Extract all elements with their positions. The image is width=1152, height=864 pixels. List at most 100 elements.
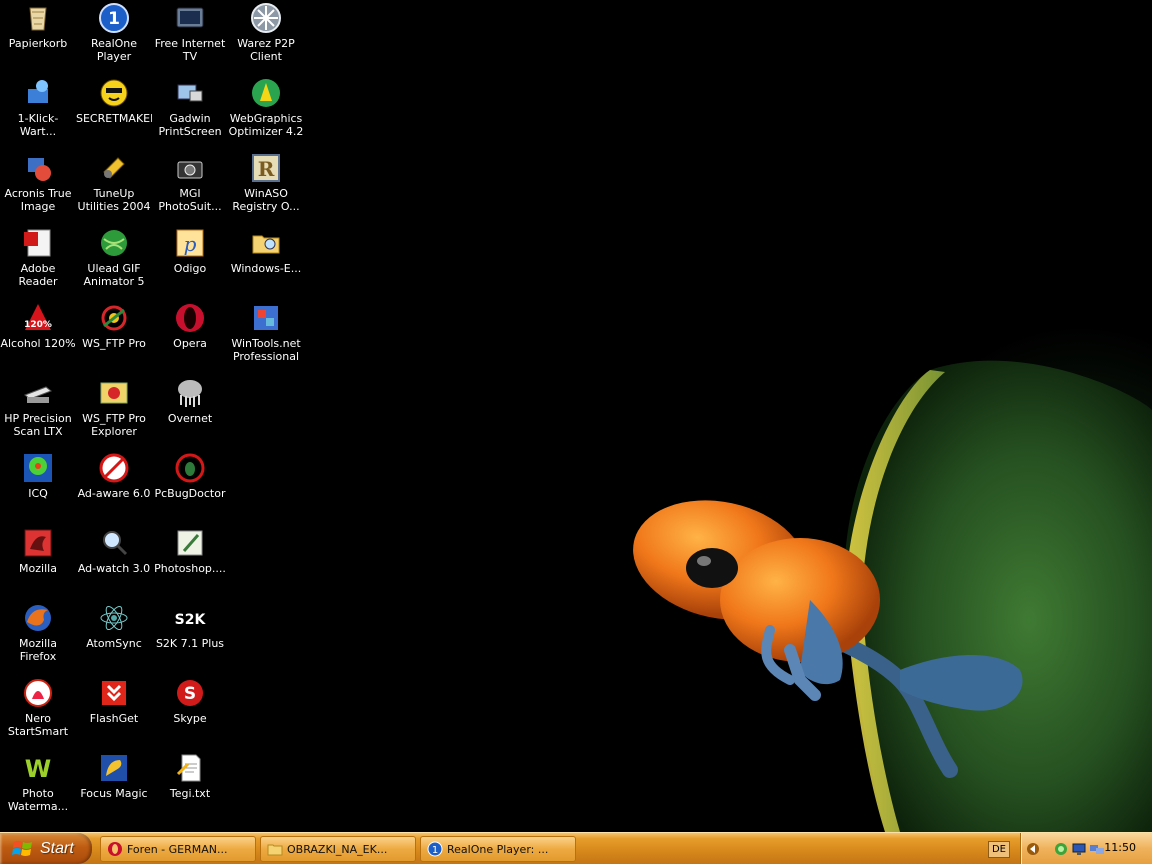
desktop-icon-label: FlashGet [89,712,139,725]
desktop-icon[interactable]: Overnet [152,375,228,449]
clock[interactable]: 11:50 [1104,841,1136,854]
desktop-icon-label: Ulead GIF Animator 5 [83,262,145,288]
watermark-icon: W [22,752,54,784]
parrot-icon [98,752,130,784]
adaware-icon [98,452,130,484]
desktop-icon-label: WebGraphics Optimizer 4.2 [228,112,304,138]
tuneup-icon [98,152,130,184]
tv-icon [174,2,206,34]
desktop-icon[interactable]: W Photo Waterma... [0,750,76,824]
desktop-icon[interactable]: 1-Klick-Wart... [0,75,76,149]
desktop-icon-label: Photoshop.... [154,562,226,575]
taskbar-button-foren[interactable]: Foren - GERMAN... [100,836,256,862]
desktop-icon[interactable]: Focus Magic [76,750,152,824]
desktop-icon[interactable]: WS_FTP Pro Explorer [76,375,152,449]
desktop-icon[interactable]: Acronis True Image [0,150,76,224]
desktop-icon[interactable]: Ad-aware 6.0 [76,450,152,524]
desktop-icon[interactable]: TuneUp Utilities 2004 [76,150,152,224]
taskbar-button-realone[interactable]: 1 RealOne Player: ... [420,836,576,862]
desktop-icon-label: Skype [173,712,207,725]
desktop-icon-label: Ad-aware 6.0 [77,487,151,500]
icq-icon [22,452,54,484]
desktop-icon-label: AtomSync [86,637,142,650]
desktop-icon[interactable]: AtomSync [76,600,152,674]
desktop-icon[interactable]: S2K S2K 7.1 Plus [152,600,228,674]
desktop-icon[interactable]: Ulead GIF Animator 5 [76,225,152,299]
desktop-icon-label: Overnet [167,412,213,425]
nero-icon [22,677,54,709]
mozilla-icon [22,527,54,559]
opera-icon [174,302,206,334]
scanner-icon [22,377,54,409]
desktop-icon[interactable]: Adobe Reader 6.0 [0,225,76,299]
desktop-icon[interactable]: PcBugDoctor [152,450,228,524]
desktop-icon[interactable]: Nero StartSmart [0,675,76,749]
wintools-icon [250,302,282,334]
svg-text:120%: 120% [24,320,52,330]
recycle-bin-icon [22,2,54,34]
desktop-icon[interactable]: Mozilla [0,525,76,599]
desktop-icon[interactable]: ICQ [0,450,76,524]
realone-player-icon: 1 [98,2,130,34]
desktop-icon[interactable]: Photoshop.... [152,525,228,599]
desktop-icon-label: Tegi.txt [169,787,211,800]
connection-tray-icon[interactable] [1089,841,1105,857]
desktop-icon[interactable]: Free Internet TV [152,0,228,74]
desktop-icon-label: Opera [173,337,207,350]
desktop-icon[interactable]: MGI PhotoSuit... [152,150,228,224]
desktop-icon-label: ICQ [28,487,48,500]
desktop-icon-label: Adobe Reader 6.0 [18,262,58,288]
desktop-icon[interactable]: Opera [152,300,228,374]
desktop-icon[interactable]: Warez P2P Client [228,0,304,74]
desktop-icon[interactable]: R WinASO Registry O... [228,150,304,224]
tray-expand-arrow-icon[interactable] [1027,842,1039,856]
svg-text:R: R [258,157,275,181]
desktop-icon-label: Free Internet TV [154,37,226,63]
desktop-icon[interactable]: Gadwin PrintScreen [152,75,228,149]
desktop-icon[interactable]: 1 RealOne Player [76,0,152,74]
frog-wallpaper [633,360,1152,832]
start-label: Start [40,839,74,857]
desktop-icon[interactable]: WinTools.net Professional [228,300,304,374]
desktop-icon[interactable]: WebGraphics Optimizer 4.2 [228,75,304,149]
system-tray: 11:50 [1020,833,1152,864]
desktop-icon[interactable]: Tegi.txt [152,750,228,824]
desktop-icon[interactable]: 120% Alcohol 120% [0,300,76,374]
desktop-icon[interactable]: Ad-watch 3.0 [76,525,152,599]
desktop-icon-label: MGI PhotoSuit... [158,187,222,213]
desktop-icon[interactable]: Papierkorb [0,0,76,74]
desktop-icon[interactable]: Mozilla Firefox [0,600,76,674]
desktop-icon[interactable]: S Skype [152,675,228,749]
desktop: Papierkorb 1-Klick-Wart... Acronis True Im… [0,0,1152,832]
photoshop-icon [174,527,206,559]
odigo-icon: p [174,227,206,259]
camera-icon [174,152,206,184]
realone-player-icon: 1 [427,841,443,857]
printscreen-icon [174,77,206,109]
start-button[interactable]: Start [0,833,92,864]
taskbar-button-label: RealOne Player: ... [447,842,549,856]
svg-text:p: p [184,232,197,256]
svg-text:1: 1 [432,845,438,856]
network-tray-icon[interactable] [1053,841,1069,857]
desktop-icon[interactable]: Windows-E... [228,225,304,299]
desktop-icon[interactable]: SECRETMAKER [76,75,152,149]
desktop-icon-label: Acronis True Image [4,187,72,213]
skype-icon: S [174,677,206,709]
ftp-explorer-icon [98,377,130,409]
language-indicator[interactable]: DE [988,841,1010,858]
desktop-icon-label: Alcohol 120% [0,337,76,350]
monitor-tray-icon[interactable] [1071,841,1087,857]
desktop-icon-label: WS_FTP Pro [82,337,146,350]
desktop-icon-label: Focus Magic [80,787,148,800]
desktop-icon-label: WinASO Registry O... [232,187,300,213]
desktop-icon-label: Odigo [173,262,207,275]
desktop-icon-label: S2K 7.1 Plus [155,637,225,650]
desktop-icon[interactable]: p Odigo [152,225,228,299]
desktop-icon[interactable]: FlashGet [76,675,152,749]
desktop-icon[interactable]: HP Precision Scan LTX [0,375,76,449]
taskbar-button-obrazki[interactable]: OBRAZKI_NA_EK... [260,836,416,862]
svg-text:W: W [25,755,51,783]
desktop-icon[interactable]: WS_FTP Pro [76,300,152,374]
desktop-icon-label: Mozilla [19,562,57,575]
